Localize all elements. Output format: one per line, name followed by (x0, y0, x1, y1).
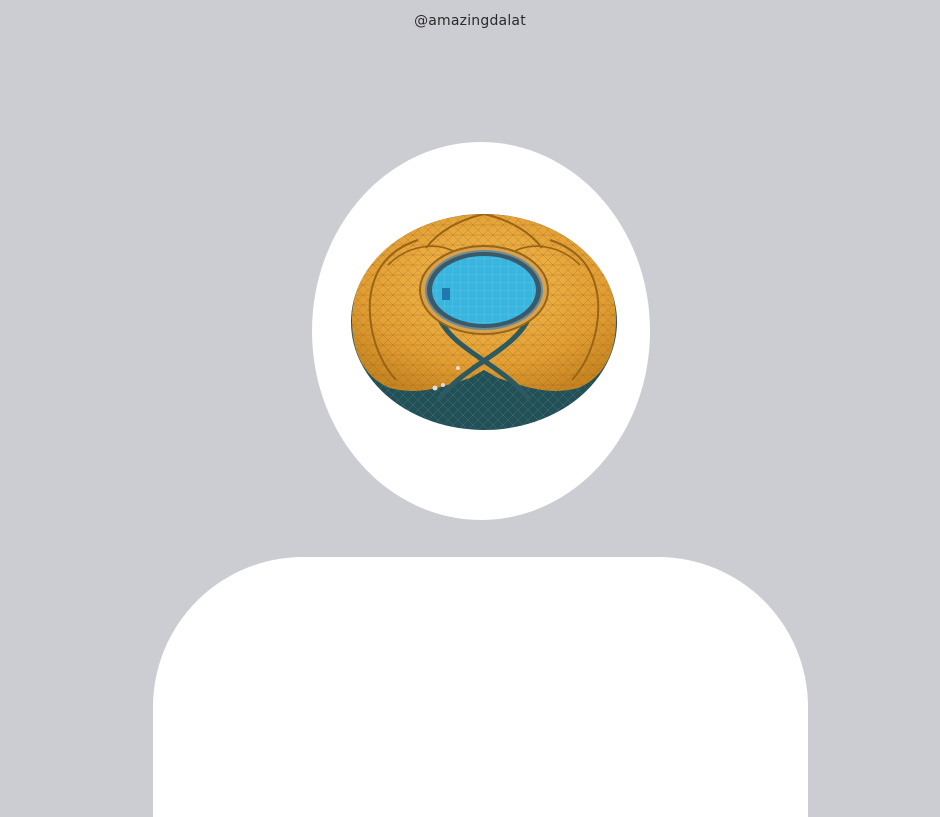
watermark-handle: @amazingdalat (414, 13, 526, 29)
avatar-body (153, 557, 808, 817)
dome-building-image (348, 210, 620, 432)
